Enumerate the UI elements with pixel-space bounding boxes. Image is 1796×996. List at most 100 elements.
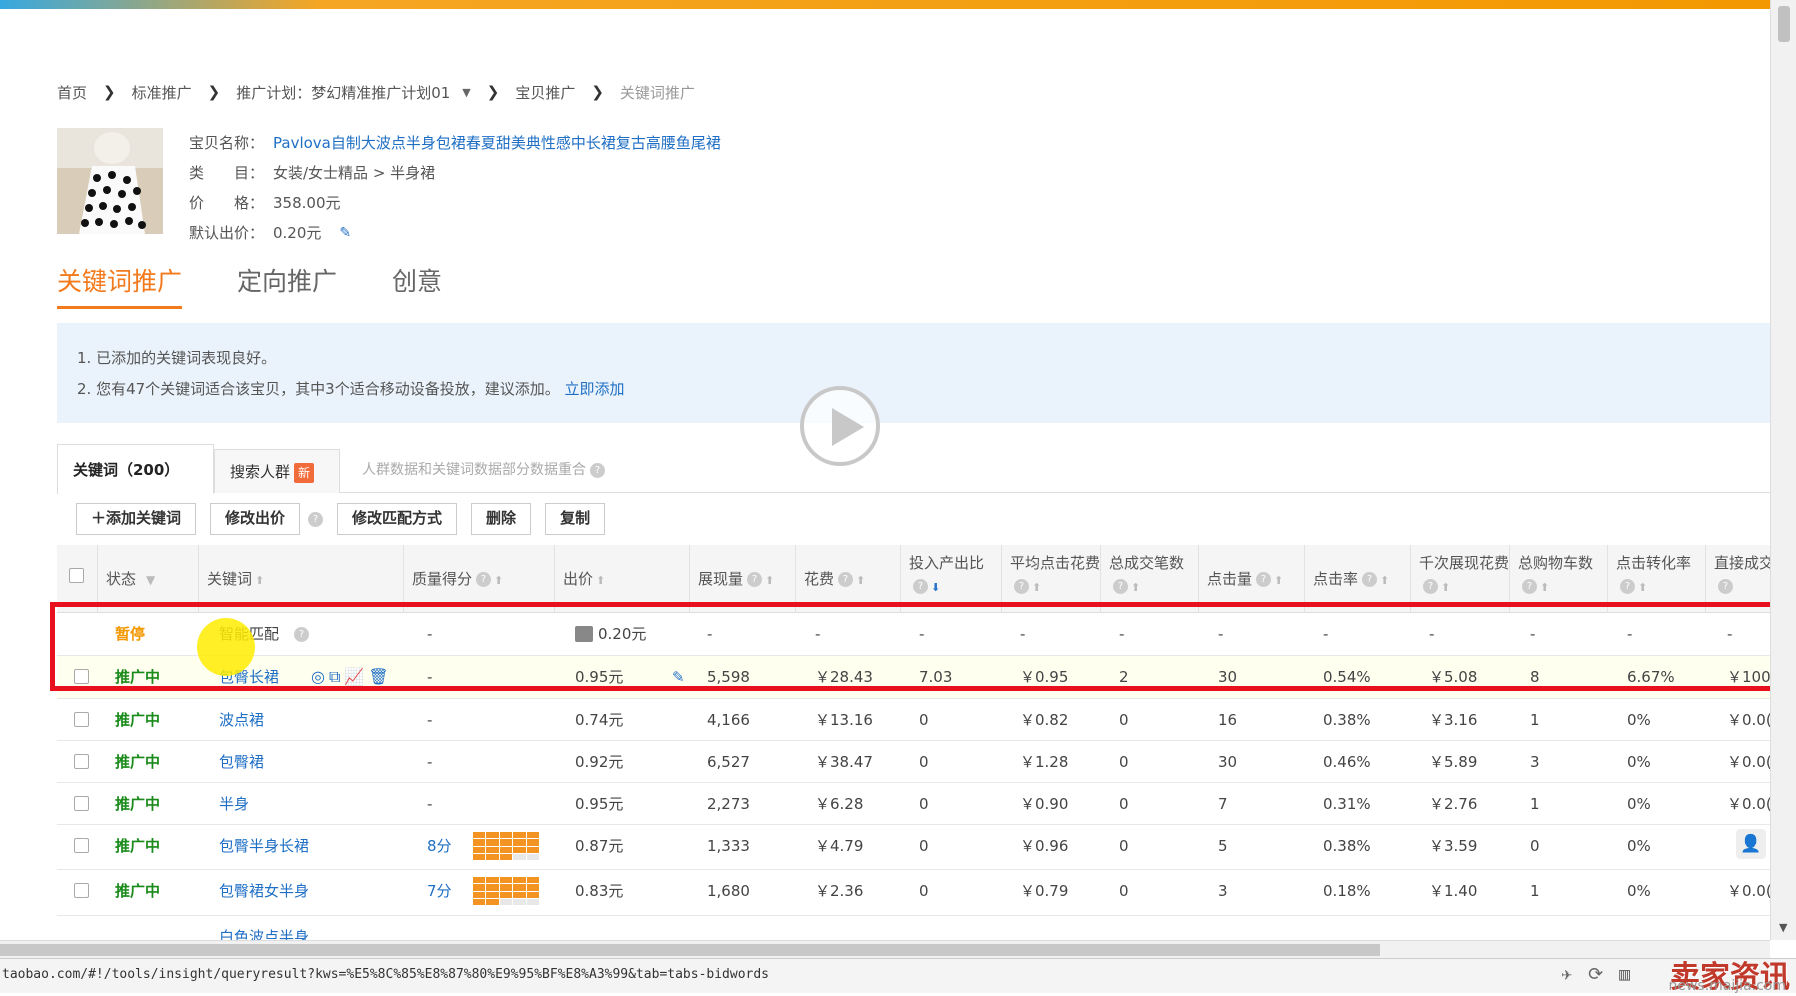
help-icon[interactable]: ? <box>747 572 763 587</box>
add-now-link[interactable]: 立即添加 <box>565 380 625 398</box>
help-icon[interactable]: ? <box>1620 579 1635 594</box>
chevron-right-icon: ❯ <box>103 83 116 101</box>
help-icon[interactable]: ? <box>838 572 854 587</box>
sort-icon[interactable]: ⬆ <box>1540 581 1549 594</box>
sort-desc-icon[interactable]: ⬇ <box>931 581 940 594</box>
delete-button[interactable]: 删除 <box>471 503 532 535</box>
row-checkbox[interactable] <box>74 838 89 853</box>
impr-cell: 6,527 <box>707 753 750 771</box>
deals-cell: 0 <box>1119 711 1129 729</box>
tab-creative[interactable]: 创意 <box>392 262 442 309</box>
table-row[interactable]: 推广中 包臀裙 - 0.92元 6,527 ￥38.47 0 ￥1.28 0 30 0.46% ￥5.… <box>57 741 1772 783</box>
breadcrumb-plan[interactable]: 推广计划：梦幻精准推广计划01 <box>236 82 450 103</box>
sort-icon[interactable]: ⬆ <box>255 574 264 587</box>
table-row[interactable]: 推广中 包臀裙女半身 7分 0.83元 1,680 ￥2.36 0 ￥0.79 0 3 0.18% ￥… <box>57 870 1772 916</box>
score-cell: - <box>427 753 433 771</box>
hscroll-thumb[interactable] <box>0 944 1380 956</box>
sort-icon[interactable]: ⬆ <box>1032 581 1041 594</box>
row-checkbox[interactable] <box>74 754 89 769</box>
keyword-cell[interactable]: 波点裙 <box>219 699 264 741</box>
table-row[interactable]: 推广中 包臀半身长裙 8分 0.87元 1,333 ￥4.79 0 ￥0.96 0 5 0.38% ￥… <box>57 825 1770 870</box>
sort-icon[interactable]: ⬆ <box>1441 581 1450 594</box>
breadcrumb-standard[interactable]: 标准推广 <box>132 82 192 103</box>
keyword-cell[interactable]: 包臀裙女半身 <box>219 870 309 912</box>
add-keyword-button[interactable]: ＋添加关键词 <box>76 503 197 535</box>
help-icon[interactable]: ? <box>1718 579 1733 594</box>
vertical-scrollbar[interactable]: ▼ <box>1770 0 1796 940</box>
price-label: 价 格： <box>189 194 265 212</box>
sort-icon[interactable]: ⬆ <box>1274 574 1283 587</box>
help-icon[interactable]: ? <box>1423 579 1438 594</box>
sort-icon[interactable]: ⬆ <box>1380 574 1389 587</box>
price-value: 358.00元 <box>273 194 341 212</box>
cpm-cell: ￥1.40 <box>1429 882 1478 900</box>
sort-icon[interactable]: ⬆ <box>765 574 774 587</box>
sort-icon[interactable]: ⬆ <box>494 574 503 587</box>
edit-match-button[interactable]: 修改匹配方式 <box>337 503 458 535</box>
cart-cell: 1 <box>1530 711 1540 729</box>
help-icon[interactable]: ? <box>1256 572 1272 587</box>
help-icon[interactable]: ? <box>1522 579 1537 594</box>
dropdown-icon[interactable]: ▼ <box>146 573 155 587</box>
status-url: taobao.com/#!/tools/insight/queryresult?… <box>2 967 770 982</box>
row-checkbox[interactable] <box>74 883 89 898</box>
help-icon[interactable]: ? <box>1113 579 1128 594</box>
ctr-cell: 0.31% <box>1323 795 1371 813</box>
cvr-cell: 0% <box>1627 837 1651 855</box>
subtab-search-crowd[interactable]: 搜索人群新 <box>214 449 340 493</box>
tab-keyword-promo[interactable]: 关键词推广 <box>57 262 183 309</box>
edit-pencil-icon[interactable]: ✎ <box>339 218 351 248</box>
refresh-icon[interactable]: ⟳ <box>1588 964 1619 985</box>
score-cell: - <box>427 795 433 813</box>
sort-icon[interactable]: ⬆ <box>1638 581 1647 594</box>
keyword-cell[interactable]: 包臀裙 <box>219 741 264 783</box>
sort-icon[interactable]: ⬆ <box>856 574 865 587</box>
impr-cell: 2,273 <box>707 795 750 813</box>
cpm-cell: ￥3.16 <box>1429 711 1478 729</box>
edit-bid-button[interactable]: 修改出价 <box>210 503 301 535</box>
cpc-cell: ￥0.79 <box>1020 882 1069 900</box>
help-icon[interactable]: ? <box>1014 579 1029 594</box>
default-bid-value: 0.20元 <box>273 224 322 242</box>
caret-down-icon[interactable]: ▼ <box>462 86 470 99</box>
name-label: 宝贝名称： <box>189 134 265 152</box>
status-cell: 推广中 <box>115 837 161 855</box>
table-row[interactable]: 推广中 波点裙 - 0.74元 4,166 ￥13.16 0 ￥0.82 0 16 0.38% ￥3.… <box>57 699 1772 741</box>
tab-targeted-promo[interactable]: 定向推广 <box>237 262 337 309</box>
help-icon[interactable]: ? <box>913 579 928 594</box>
support-avatar-icon[interactable]: 👤 <box>1736 829 1766 859</box>
cvr-cell: 0% <box>1627 795 1651 813</box>
copy-button[interactable]: 复制 <box>545 503 606 535</box>
help-icon[interactable]: ? <box>590 462 605 478</box>
help-icon[interactable]: ? <box>308 511 324 527</box>
help-icon[interactable]: ? <box>1362 572 1378 587</box>
horizontal-scrollbar[interactable] <box>0 940 1770 958</box>
trash-icon[interactable]: ▥ <box>1619 964 1646 985</box>
breadcrumb-home[interactable]: 首页 <box>57 82 87 103</box>
product-image[interactable] <box>57 128 163 234</box>
toolbar: ＋添加关键词 修改出价 ? 修改匹配方式 删除 复制 <box>76 503 606 535</box>
status-cell: 推广中 <box>115 882 161 900</box>
status-cell: 推广中 <box>115 753 161 771</box>
pin-icon[interactable]: ✈ <box>1561 964 1588 985</box>
clicks-cell: 5 <box>1218 837 1228 855</box>
scroll-down-icon[interactable]: ▼ <box>1779 921 1787 934</box>
subtab-keywords[interactable]: 关键词（200） <box>57 444 214 494</box>
row-checkbox[interactable] <box>74 712 89 727</box>
breadcrumb-current: 关键词推广 <box>619 83 695 102</box>
scroll-thumb[interactable] <box>1778 6 1790 42</box>
ctr-cell: 0.38% <box>1323 711 1371 729</box>
product-name-link[interactable]: Pavlova自制大波点半身包裙春夏甜美典性感中长裙复古高腰鱼尾裙 <box>273 128 721 158</box>
sort-icon[interactable]: ⬆ <box>1131 581 1140 594</box>
table-row[interactable]: 推广中 半身 - 0.95元 2,273 ￥6.28 0 ￥0.90 0 7 0.31% ￥2.76 1… <box>57 783 1772 825</box>
row-checkbox[interactable] <box>74 796 89 811</box>
breadcrumb-item-promo[interactable]: 宝贝推广 <box>515 82 575 103</box>
sort-icon[interactable]: ⬆ <box>596 574 605 587</box>
cvr-cell: 0% <box>1627 882 1651 900</box>
select-all-checkbox[interactable] <box>69 568 84 583</box>
roi-cell: 0 <box>919 753 929 771</box>
keyword-cell[interactable]: 半身 <box>219 783 249 825</box>
keyword-cell[interactable]: 包臀半身长裙 <box>219 825 309 867</box>
quality-bars <box>473 832 539 860</box>
help-icon[interactable]: ? <box>476 572 492 587</box>
